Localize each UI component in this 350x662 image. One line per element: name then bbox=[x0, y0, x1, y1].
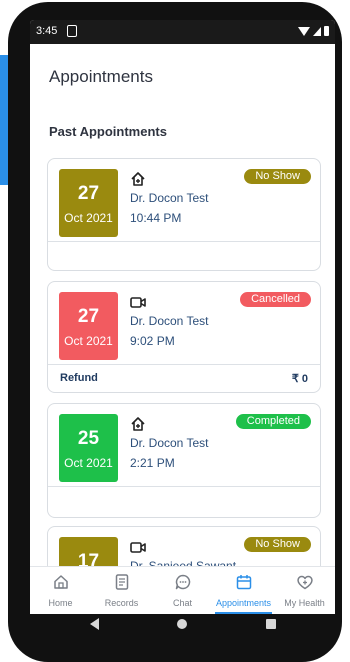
status-badge: No Show bbox=[244, 537, 311, 552]
records-icon bbox=[115, 574, 128, 590]
date-day: 27 bbox=[77, 306, 100, 327]
app-screen: 3:45 Appointments Past Appointments 27 O… bbox=[30, 20, 335, 614]
home-button-icon[interactable] bbox=[177, 619, 187, 629]
appointment-card[interactable]: 25 Oct 2021 Dr. Docon Test 2:21 PM Compl… bbox=[47, 403, 321, 518]
date-month: Oct 2021 bbox=[64, 456, 113, 470]
card-divider bbox=[48, 241, 320, 242]
chat-icon bbox=[175, 574, 190, 590]
home-icon bbox=[131, 172, 145, 186]
refund-label: Refund bbox=[60, 372, 98, 384]
recent-apps-icon[interactable] bbox=[266, 619, 276, 629]
doctor-name: Dr. Docon Test bbox=[130, 191, 209, 205]
signal-icon bbox=[313, 27, 321, 36]
calendar-icon bbox=[236, 575, 251, 590]
wifi-icon bbox=[298, 27, 310, 36]
system-nav-bar bbox=[30, 604, 335, 648]
date-day: 25 bbox=[77, 428, 100, 449]
status-time: 3:45 bbox=[36, 25, 58, 37]
home-icon bbox=[53, 575, 68, 589]
appointment-time: 9:02 PM bbox=[130, 334, 175, 348]
date-day: 27 bbox=[77, 183, 100, 204]
video-icon bbox=[130, 297, 146, 308]
date-box: 25 Oct 2021 bbox=[59, 414, 118, 482]
page-title: Appointments bbox=[49, 67, 153, 86]
card-divider bbox=[48, 486, 320, 487]
back-icon[interactable] bbox=[90, 618, 99, 630]
date-month: Oct 2021 bbox=[64, 334, 113, 348]
appointment-card[interactable]: 27 Oct 2021 Dr. Docon Test 10:44 PM No S… bbox=[47, 158, 321, 271]
status-bar: 3:45 bbox=[30, 20, 335, 44]
video-icon bbox=[130, 542, 146, 553]
doctor-name: Dr. Docon Test bbox=[130, 314, 209, 328]
section-title: Past Appointments bbox=[49, 124, 167, 139]
date-month: Oct 2021 bbox=[64, 211, 113, 225]
heart-plus-icon bbox=[296, 575, 313, 590]
appointment-card[interactable]: 27 Oct 2021 Dr. Docon Test 9:02 PM Cance… bbox=[47, 281, 321, 393]
battery-icon bbox=[324, 26, 329, 36]
status-icons bbox=[298, 26, 329, 36]
date-box: 27 Oct 2021 bbox=[59, 292, 118, 360]
card-divider bbox=[48, 364, 320, 365]
status-badge: Cancelled bbox=[240, 292, 311, 307]
status-badge: Completed bbox=[235, 414, 311, 429]
doctor-name: Dr. Docon Test bbox=[130, 436, 209, 450]
refund-amount: ₹ 0 bbox=[291, 373, 308, 385]
status-badge: No Show bbox=[244, 169, 311, 184]
appointment-time: 2:21 PM bbox=[130, 456, 175, 470]
home-icon bbox=[131, 417, 145, 431]
sim-icon bbox=[67, 25, 77, 37]
appointment-time: 10:44 PM bbox=[130, 211, 182, 225]
date-box: 27 Oct 2021 bbox=[59, 169, 118, 237]
